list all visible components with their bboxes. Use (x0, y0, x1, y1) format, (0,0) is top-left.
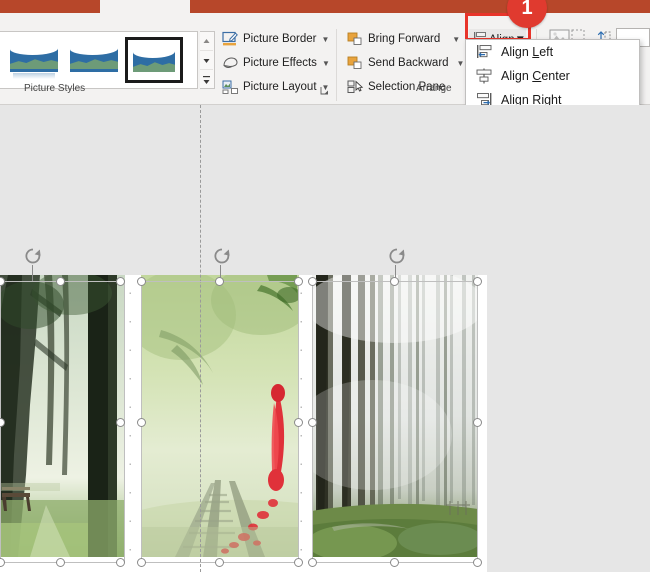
scroll-up-icon[interactable] (200, 32, 213, 51)
picture-styles-group-label: Picture Styles (24, 83, 86, 94)
resize-handle-n-2[interactable] (215, 277, 224, 286)
resize-handle-s-2[interactable] (215, 558, 224, 567)
arrange-group-label: Arrange (416, 83, 452, 94)
resize-handle-se-1[interactable] (116, 558, 125, 567)
resize-handle-s-1[interactable] (56, 558, 65, 567)
resize-handle-sw-3[interactable] (308, 558, 317, 567)
tab-format-active[interactable] (100, 0, 190, 13)
menu-item-align-left[interactable]: Align Left (466, 40, 639, 64)
selection-pane-icon (347, 79, 364, 95)
bring-forward-label: Bring Forward (368, 33, 441, 45)
thumb-reflection (13, 73, 55, 79)
rotate-handle-picture-1[interactable] (22, 245, 41, 264)
resize-handle-ne-1[interactable] (116, 277, 125, 286)
resize-handle-ne-2[interactable] (294, 277, 303, 286)
resize-handle-se-3[interactable] (473, 558, 482, 567)
resize-handle-nw-2[interactable] (137, 277, 146, 286)
resize-handle-s-3[interactable] (390, 558, 399, 567)
picture-style-thumb-2[interactable] (7, 39, 61, 81)
resize-handle-e-1[interactable] (116, 418, 125, 427)
send-backward-icon (347, 55, 364, 71)
picture-style-thumb-1[interactable] (0, 39, 1, 81)
resize-handle-e-3[interactable] (473, 418, 482, 427)
scroll-down-icon[interactable] (200, 51, 213, 70)
thumb-baseline (10, 69, 58, 72)
thumb-sky (133, 46, 175, 72)
ribbon-tab-strip (0, 0, 650, 13)
more-styles-icon[interactable] (200, 70, 213, 89)
thumb-sky (10, 43, 58, 69)
thumb-sky (70, 43, 118, 69)
chevron-down-icon[interactable]: ▼ (457, 59, 465, 68)
picture-border-label: Picture Border (243, 33, 317, 45)
send-backward-button[interactable]: Send Backward ▼ (347, 52, 464, 74)
picture-styles-dialog-launcher[interactable] (320, 83, 330, 95)
picture-styles-gallery[interactable] (0, 31, 198, 89)
chevron-down-icon[interactable]: ▼ (322, 59, 330, 68)
picture-effects-button[interactable]: Picture Effects ▼ (222, 52, 330, 74)
powerpoint-window: Picture Border ▼ Picture Effects ▼ Pictu… (0, 0, 650, 572)
picture-effects-label: Picture Effects (243, 57, 317, 69)
chevron-down-icon[interactable]: ▼ (452, 35, 460, 44)
picture-style-thumb-3[interactable] (67, 39, 121, 81)
align-center-icon (469, 66, 499, 86)
rotate-stem-picture-1 (32, 265, 33, 281)
bring-forward-icon (347, 31, 364, 47)
chevron-down-icon[interactable]: ▼ (322, 35, 330, 44)
align-left-icon (469, 42, 499, 62)
thumb-baseline (70, 69, 118, 72)
group-separator (336, 29, 337, 101)
bring-forward-button[interactable]: Bring Forward ▼ (347, 28, 460, 50)
resize-handle-n-1[interactable] (56, 277, 65, 286)
selection-frame-picture-2 (141, 281, 299, 563)
picture-layout-label: Picture Layout (243, 81, 317, 93)
picture-layout-icon (222, 79, 239, 95)
menu-item-label: Align Center (501, 69, 570, 83)
rotate-handle-picture-3[interactable] (386, 245, 405, 264)
resize-handle-sw-2[interactable] (137, 558, 146, 567)
menu-item-align-center[interactable]: Align Center (466, 64, 639, 88)
resize-handle-w-2[interactable] (137, 418, 146, 427)
selection-frame-picture-3 (312, 281, 478, 563)
send-backward-label: Send Backward (368, 57, 449, 69)
resize-handle-nw-3[interactable] (308, 277, 317, 286)
gallery-scrollbar[interactable] (200, 31, 215, 89)
picture-style-thumb-4-selected[interactable] (125, 37, 183, 83)
resize-handle-n-3[interactable] (390, 277, 399, 286)
picture-layout-button[interactable]: Picture Layout ▼ (222, 76, 329, 98)
picture-border-button[interactable]: Picture Border ▼ (222, 28, 329, 50)
menu-item-label: Align Left (501, 45, 554, 59)
resize-handle-se-2[interactable] (294, 558, 303, 567)
selection-frame-picture-1 (0, 281, 125, 563)
picture-border-icon (222, 31, 239, 47)
resize-handle-ne-3[interactable] (473, 277, 482, 286)
picture-effects-icon (222, 55, 239, 71)
slide-work-area[interactable] (0, 105, 650, 572)
resize-handle-w-3[interactable] (308, 418, 317, 427)
resize-handle-e-2[interactable] (294, 418, 303, 427)
rotate-handle-picture-2[interactable] (211, 245, 230, 264)
